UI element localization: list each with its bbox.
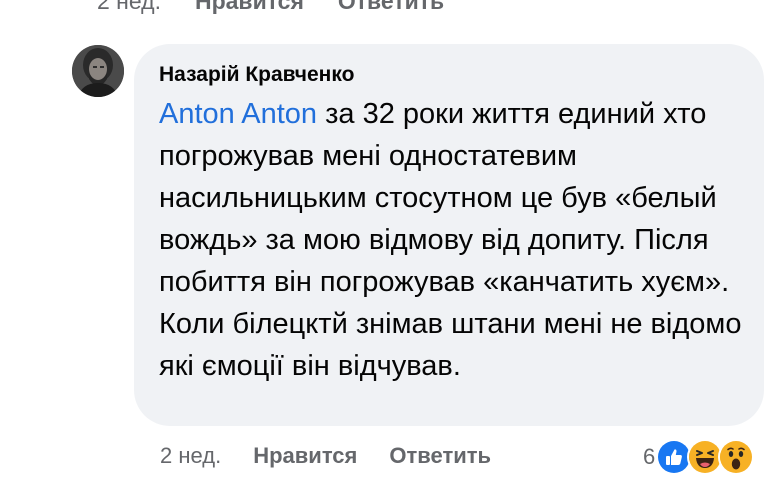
previous-comment-like-button[interactable]: Нравится xyxy=(195,0,304,15)
comment-body: за 32 роки життя единий хто погрожував м… xyxy=(159,98,742,382)
wow-icon xyxy=(718,439,755,475)
comment-author[interactable]: Назарій Кравченко xyxy=(159,60,744,90)
comment-time[interactable]: 2 нед. xyxy=(160,443,221,469)
comment-mention[interactable]: Anton Anton xyxy=(159,98,317,130)
like-button[interactable]: Нравится xyxy=(253,443,357,469)
previous-comment-reply-button[interactable]: Ответить xyxy=(338,0,444,15)
reactions-summary[interactable]: 6 xyxy=(643,438,755,476)
avatar-photo xyxy=(72,45,124,97)
comment-bubble: Назарій Кравченко Anton Anton за 32 роки… xyxy=(134,44,764,426)
reply-button[interactable]: Ответить xyxy=(389,443,491,469)
reaction-count[interactable]: 6 xyxy=(643,444,655,470)
previous-comment-time[interactable]: 2 нед. xyxy=(97,0,161,15)
comment-text: Anton Anton за 32 роки життя единий хто … xyxy=(159,93,744,387)
avatar[interactable] xyxy=(72,45,124,97)
comment-actions: 2 нед. Нравится Ответить xyxy=(160,440,491,472)
previous-comment-actions: 2 нед. Нравится Ответить xyxy=(97,0,444,16)
